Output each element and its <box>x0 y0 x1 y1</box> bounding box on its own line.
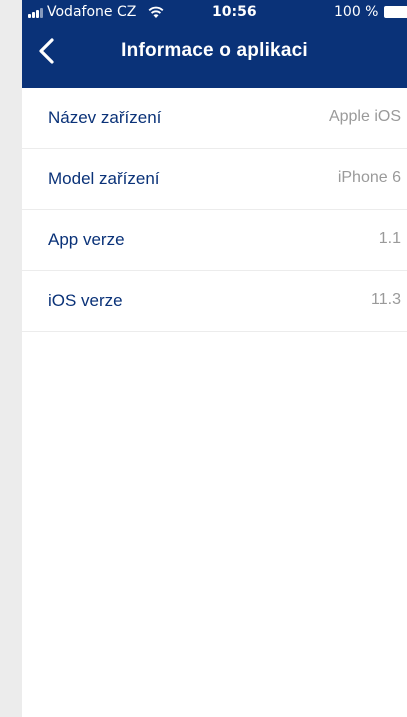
app-info-list: Název zařízení Apple iOS Model zařízení … <box>22 88 407 332</box>
info-row-ios-version: iOS verze 11.3 <box>22 271 407 332</box>
info-label: Model zařízení <box>48 169 160 188</box>
info-value: iPhone 6 <box>337 169 401 186</box>
status-bar: Vodafone CZ 10:56 100 % <box>22 0 407 24</box>
info-row-device-name: Název zařízení Apple iOS <box>22 88 407 149</box>
info-label: iOS verze <box>48 291 123 310</box>
navigation-bar: Vodafone CZ 10:56 100 % Informace o apli… <box>22 0 407 88</box>
info-label: Název zařízení <box>48 108 162 127</box>
app-screen: Vodafone CZ 10:56 100 % Informace o apli… <box>22 0 407 717</box>
info-row-device-model: Model zařízení iPhone 6 <box>22 149 407 210</box>
info-label: App verze <box>48 230 125 249</box>
info-value: 1.1 <box>378 230 401 247</box>
battery-percentage: 100 % <box>334 4 379 20</box>
wifi-icon <box>148 6 164 18</box>
info-row-app-version: App verze 1.1 <box>22 210 407 271</box>
info-value: Apple iOS <box>328 108 401 125</box>
carrier-name: Vodafone CZ <box>47 4 137 20</box>
battery-icon <box>384 6 407 18</box>
info-value: 11.3 <box>371 291 401 308</box>
signal-icon <box>28 8 46 18</box>
page-title: Informace o aplikaci <box>121 40 308 61</box>
clock: 10:56 <box>212 4 257 20</box>
